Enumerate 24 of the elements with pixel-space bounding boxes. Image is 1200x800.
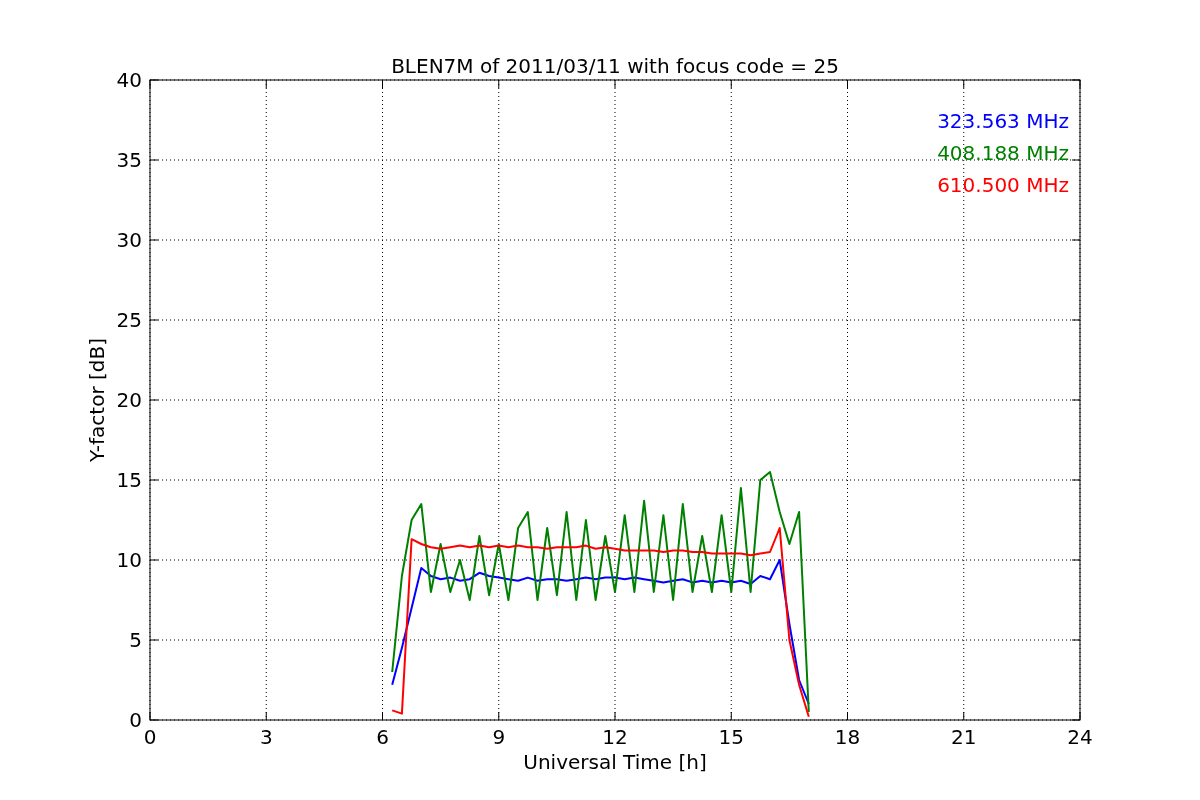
y-tick-label: 0 — [129, 708, 142, 732]
y-tick-label: 35 — [116, 148, 142, 172]
x-tick-label: 0 — [143, 725, 157, 749]
y-tick-label: 20 — [116, 388, 142, 412]
x-tick-label: 24 — [1067, 725, 1093, 749]
x-axis-label: Universal Time [h] — [523, 750, 707, 774]
y-axis-label: Y-factor [dB] — [85, 338, 109, 462]
legend-label: 408.188 MHz — [937, 141, 1069, 165]
legend-label: 323.563 MHz — [937, 109, 1069, 133]
chart-title: BLEN7M of 2011/03/11 with focus code = 25 — [391, 54, 839, 78]
x-tick-label: 3 — [259, 725, 273, 749]
legend-label: 610.500 MHz — [937, 173, 1069, 197]
x-tick-label: 6 — [376, 725, 389, 749]
x-tick-label: 21 — [951, 725, 977, 749]
x-tick-label: 18 — [834, 725, 861, 749]
y-tick-label: 40 — [116, 68, 142, 92]
y-tick-label: 30 — [116, 228, 142, 252]
y-tick-label: 25 — [116, 308, 142, 332]
x-tick-label: 12 — [602, 725, 628, 749]
x-tick-label: 9 — [492, 725, 506, 749]
y-tick-label: 5 — [129, 628, 142, 652]
x-tick-label: 15 — [718, 725, 744, 749]
y-tick-label: 15 — [116, 468, 142, 492]
y-tick-label: 10 — [116, 548, 142, 572]
